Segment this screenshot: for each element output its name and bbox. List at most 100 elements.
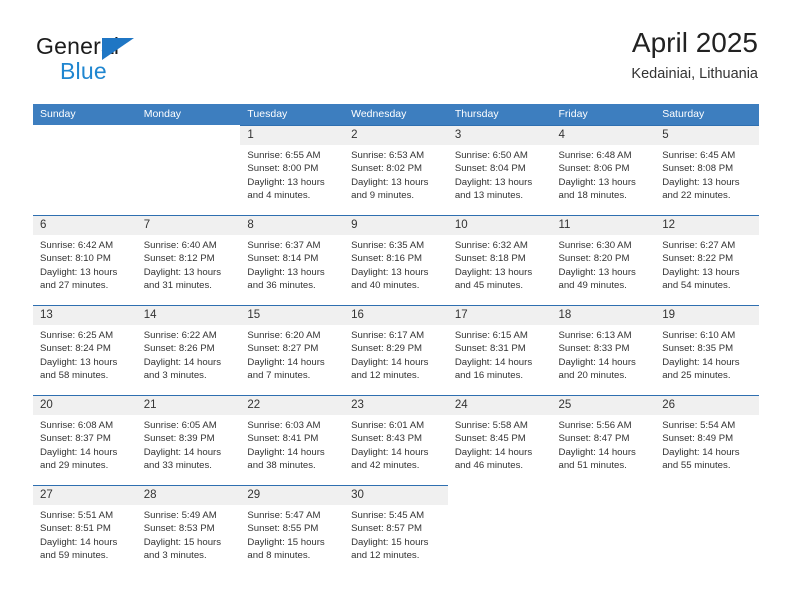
calendar-day-cell[interactable]: 26 Sunrise: 5:54 AM Sunset: 8:49 PM Dayligh… (655, 395, 759, 485)
day-detail-line: Daylight: 14 hours (247, 446, 325, 458)
day-detail-line: Sunset: 8:33 PM (558, 343, 630, 355)
day-detail-line: and 27 minutes. (40, 280, 109, 292)
day-detail-line: Daylight: 15 hours (351, 536, 429, 548)
day-number-band: 2 (344, 126, 448, 145)
day-number: 12 (662, 219, 676, 231)
calendar-empty-cell (655, 485, 759, 575)
calendar-day-cell[interactable]: 12 Sunrise: 6:27 AM Sunset: 8:22 PM Dayligh… (655, 215, 759, 305)
calendar-day-cell[interactable]: 21 Sunrise: 6:05 AM Sunset: 8:39 PM Dayligh… (136, 395, 241, 485)
calendar-day-cell[interactable]: 27 Sunrise: 5:51 AM Sunset: 8:51 PM Dayligh… (33, 485, 137, 575)
calendar-day-cell[interactable]: 3 Sunrise: 6:50 AM Sunset: 8:04 PM Daylight… (447, 125, 552, 215)
day-detail-line: Sunset: 8:27 PM (247, 343, 319, 355)
day-number-band: 9 (344, 216, 448, 235)
day-detail-line: Sunset: 8:22 PM (662, 253, 734, 265)
day-detail-line: and 12 minutes. (351, 370, 420, 382)
day-detail-line: and 36 minutes. (247, 280, 316, 292)
day-detail-line: and 3 minutes. (143, 370, 207, 382)
calendar-day-cell[interactable]: 17 Sunrise: 6:15 AM Sunset: 8:31 PM Dayligh… (447, 305, 552, 395)
calendar-day-cell[interactable]: 23 Sunrise: 6:01 AM Sunset: 8:43 PM Dayligh… (344, 395, 448, 485)
day-detail-line: Sunrise: 6:35 AM (351, 240, 425, 251)
day-detail-line: Daylight: 13 hours (558, 176, 636, 188)
day-of-week-saturday: Saturday (662, 108, 705, 120)
calendar-day-cell[interactable]: 6 Sunrise: 6:42 AM Sunset: 8:10 PM Daylight… (33, 215, 137, 305)
calendar-day-cell[interactable]: 9 Sunrise: 6:35 AM Sunset: 8:16 PM Daylight… (344, 215, 448, 305)
day-detail-line: Daylight: 13 hours (351, 266, 429, 278)
calendar-day-cell[interactable]: 25 Sunrise: 5:56 AM Sunset: 8:47 PM Dayligh… (551, 395, 656, 485)
day-of-week-monday: Monday (143, 108, 182, 120)
day-detail-lines: Sunrise: 5:49 AM Sunset: 8:53 PM Daylight:… (137, 505, 241, 563)
day-number-band: 6 (33, 216, 137, 235)
day-number: 17 (454, 309, 468, 321)
calendar-day-cell[interactable]: 19 Sunrise: 6:10 AM Sunset: 8:35 PM Dayligh… (655, 305, 759, 395)
day-detail-line: Daylight: 14 hours (558, 356, 636, 368)
day-number: 2 (351, 129, 358, 141)
day-detail-lines: Sunrise: 6:08 AM Sunset: 8:37 PM Daylight:… (33, 415, 137, 473)
brand-logo[interactable]: General Blue (36, 33, 246, 85)
day-number-band: 18 (551, 306, 656, 325)
day-number: 23 (351, 399, 364, 411)
day-number: 5 (662, 129, 669, 141)
day-detail-line: Sunrise: 6:30 AM (558, 240, 632, 251)
day-detail-line: Sunrise: 6:45 AM (662, 150, 736, 161)
day-detail-line: Sunrise: 6:42 AM (40, 240, 114, 251)
day-detail-line: Sunrise: 5:45 AM (351, 510, 425, 521)
calendar-day-cell[interactable]: 24 Sunrise: 5:58 AM Sunset: 8:45 PM Dayligh… (447, 395, 552, 485)
calendar-day-cell[interactable]: 7 Sunrise: 6:40 AM Sunset: 8:12 PM Daylight… (136, 215, 241, 305)
calendar-day-cell[interactable]: 20 Sunrise: 6:08 AM Sunset: 8:37 PM Dayligh… (33, 395, 137, 485)
day-detail-line: Sunset: 8:04 PM (454, 163, 526, 175)
calendar-day-cell[interactable]: 22 Sunrise: 6:03 AM Sunset: 8:41 PM Dayligh… (240, 395, 345, 485)
day-detail-lines: Sunrise: 6:37 AM Sunset: 8:14 PM Daylight:… (240, 235, 344, 293)
day-detail-line: and 51 minutes. (558, 460, 627, 472)
page-header: General Blue April 2025 Kedainiai, Lithu… (0, 0, 792, 100)
day-detail-lines: Sunrise: 5:58 AM Sunset: 8:45 PM Daylight:… (448, 415, 552, 473)
day-detail-lines: Sunrise: 5:54 AM Sunset: 8:49 PM Daylight:… (655, 415, 759, 473)
calendar-day-cell[interactable]: 8 Sunrise: 6:37 AM Sunset: 8:14 PM Daylight… (240, 215, 345, 305)
calendar-day-cell[interactable]: 5 Sunrise: 6:45 AM Sunset: 8:08 PM Daylight… (655, 125, 759, 215)
day-number-band: 28 (136, 486, 241, 505)
calendar-day-cell[interactable]: 1 Sunrise: 6:55 AM Sunset: 8:00 PM Daylight… (240, 125, 345, 215)
calendar-day-cell[interactable]: 13 Sunrise: 6:25 AM Sunset: 8:24 PM Dayligh… (33, 305, 137, 395)
day-detail-line: Sunset: 8:43 PM (351, 433, 423, 445)
day-detail-line: and 31 minutes. (143, 280, 212, 292)
calendar-day-cell[interactable]: 11 Sunrise: 6:30 AM Sunset: 8:20 PM Dayligh… (551, 215, 656, 305)
calendar-day-cell[interactable]: 14 Sunrise: 6:22 AM Sunset: 8:26 PM Dayligh… (136, 305, 241, 395)
day-number-band: 30 (344, 486, 448, 505)
day-detail-line: Daylight: 13 hours (351, 176, 429, 188)
calendar-day-cell[interactable]: 30 Sunrise: 5:45 AM Sunset: 8:57 PM Dayligh… (344, 485, 448, 575)
day-detail-line: Sunset: 8:49 PM (662, 433, 734, 445)
day-detail-lines: Sunrise: 6:03 AM Sunset: 8:41 PM Daylight:… (240, 415, 344, 473)
day-number: 6 (40, 219, 47, 231)
calendar-day-cell[interactable]: 28 Sunrise: 5:49 AM Sunset: 8:53 PM Dayligh… (136, 485, 241, 575)
calendar-day-cell[interactable]: 10 Sunrise: 6:32 AM Sunset: 8:18 PM Dayligh… (447, 215, 552, 305)
day-detail-line: and 42 minutes. (351, 460, 420, 472)
day-number-band: 11 (551, 216, 656, 235)
day-number-band: 5 (655, 126, 759, 145)
day-detail-line: and 16 minutes. (454, 370, 524, 382)
day-detail-lines: Sunrise: 6:17 AM Sunset: 8:29 PM Daylight:… (344, 325, 448, 383)
day-detail-line: Sunset: 8:41 PM (247, 433, 319, 445)
day-number: 3 (454, 129, 462, 141)
calendar-day-cell[interactable]: 15 Sunrise: 6:20 AM Sunset: 8:27 PM Dayligh… (240, 305, 345, 395)
day-number-band: 21 (136, 396, 241, 415)
calendar-day-cell[interactable]: 16 Sunrise: 6:17 AM Sunset: 8:29 PM Dayligh… (344, 305, 448, 395)
day-number-band: 12 (655, 216, 759, 235)
day-detail-lines: Sunrise: 6:32 AM Sunset: 8:18 PM Daylight:… (448, 235, 552, 293)
day-detail-line: Daylight: 13 hours (454, 266, 533, 278)
day-detail-line: Sunrise: 6:48 AM (558, 150, 632, 161)
day-detail-line: and 18 minutes. (558, 190, 627, 202)
day-number-band: 29 (240, 486, 345, 505)
day-detail-line: Sunrise: 6:40 AM (143, 240, 217, 251)
day-number: 10 (454, 219, 468, 231)
day-number: 11 (558, 219, 571, 231)
calendar-day-cell[interactable]: 29 Sunrise: 5:47 AM Sunset: 8:55 PM Dayligh… (240, 485, 345, 575)
calendar-day-cell[interactable]: 4 Sunrise: 6:48 AM Sunset: 8:06 PM Daylight… (551, 125, 656, 215)
day-detail-line: Sunrise: 6:17 AM (351, 330, 425, 341)
day-detail-line: Sunset: 8:31 PM (454, 343, 526, 355)
day-detail-line: and 22 minutes. (662, 190, 731, 202)
page-title: April 2025 (631, 27, 758, 58)
calendar-day-cell[interactable]: 18 Sunrise: 6:13 AM Sunset: 8:33 PM Dayligh… (551, 305, 656, 395)
calendar-day-cell[interactable]: 2 Sunrise: 6:53 AM Sunset: 8:02 PM Daylight… (344, 125, 448, 215)
day-detail-lines: Sunrise: 6:48 AM Sunset: 8:06 PM Daylight:… (552, 145, 656, 203)
day-number-band: 8 (240, 216, 345, 235)
day-detail-lines: Sunrise: 6:40 AM Sunset: 8:12 PM Daylight:… (137, 235, 241, 293)
